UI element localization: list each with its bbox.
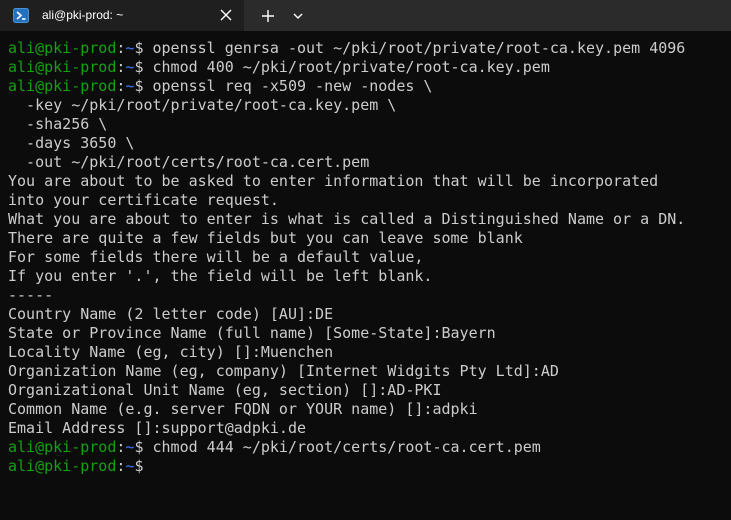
prompt-line: ali@pki-prod:~$ openssl genrsa -out ~/pk… — [8, 39, 728, 58]
output-text: For some fields there will be a default … — [8, 248, 424, 266]
close-icon[interactable] — [217, 6, 235, 24]
prompt-symbol: $ — [134, 457, 153, 475]
output-line: You are about to be asked to enter infor… — [8, 172, 728, 191]
output-line: Organizational Unit Name (eg, section) [… — [8, 381, 728, 400]
chevron-down-icon[interactable] — [287, 5, 309, 27]
output-text: Organization Name (eg, company) [Interne… — [8, 362, 559, 380]
output-line: State or Province Name (full name) [Some… — [8, 324, 728, 343]
prompt-user: ali@pki-prod — [8, 77, 117, 95]
output-text: Organizational Unit Name (eg, section) [… — [8, 381, 442, 399]
output-line: If you enter '.', the field will be left… — [8, 267, 728, 286]
output-line: -days 3650 \ — [8, 134, 728, 153]
output-text: State or Province Name (full name) [Some… — [8, 324, 496, 342]
prompt-user: ali@pki-prod — [8, 58, 117, 76]
output-line: -out ~/pki/root/certs/root-ca.cert.pem — [8, 153, 728, 172]
output-line: Organization Name (eg, company) [Interne… — [8, 362, 728, 381]
title-bar: ali@pki-prod: ~ — [0, 0, 731, 31]
output-text: Email Address []:support@adpki.de — [8, 419, 307, 437]
prompt-symbol: $ — [134, 39, 153, 57]
prompt-user: ali@pki-prod — [8, 438, 117, 456]
plus-icon[interactable] — [257, 5, 279, 27]
command-text: chmod 444 ~/pki/root/certs/root-ca.cert.… — [152, 438, 541, 456]
output-text: Common Name (e.g. server FQDN or YOUR na… — [8, 400, 478, 418]
command-text: openssl req -x509 -new -nodes \ — [152, 77, 433, 95]
output-line: Email Address []:support@adpki.de — [8, 419, 728, 438]
output-line: into your certificate request. — [8, 191, 728, 210]
command-text: openssl genrsa -out ~/pki/root/private/r… — [152, 39, 686, 57]
powershell-icon — [13, 8, 29, 23]
output-text: -days 3650 \ — [8, 134, 135, 152]
output-text: You are about to be asked to enter infor… — [8, 172, 659, 190]
output-text: -key ~/pki/root/private/root-ca.key.pem … — [8, 96, 397, 114]
terminal-tab[interactable]: ali@pki-prod: ~ — [0, 0, 244, 31]
output-text: Country Name (2 letter code) [AU]:DE — [8, 305, 334, 323]
output-line: -sha256 \ — [8, 115, 728, 134]
prompt-user: ali@pki-prod — [8, 39, 117, 57]
output-text: into your certificate request. — [8, 191, 279, 209]
terminal-window: ali@pki-prod: ~ ali@pki-prod:~$ openssl … — [0, 0, 731, 520]
prompt-line: ali@pki-prod:~$ openssl req -x509 -new -… — [8, 77, 728, 96]
prompt-user: ali@pki-prod — [8, 457, 117, 475]
output-line: Locality Name (eg, city) []:Muenchen — [8, 343, 728, 362]
output-text: What you are about to enter is what is c… — [8, 210, 686, 228]
prompt-symbol: $ — [134, 58, 153, 76]
command-text: chmod 400 ~/pki/root/private/root-ca.key… — [152, 58, 550, 76]
output-text: ----- — [8, 286, 54, 304]
prompt-symbol: $ — [134, 438, 153, 456]
output-line: Country Name (2 letter code) [AU]:DE — [8, 305, 728, 324]
output-line: -key ~/pki/root/private/root-ca.key.pem … — [8, 96, 728, 115]
output-line: Common Name (e.g. server FQDN or YOUR na… — [8, 400, 728, 419]
prompt-line: ali@pki-prod:~$ — [8, 457, 728, 476]
prompt-line: ali@pki-prod:~$ chmod 444 ~/pki/root/cer… — [8, 438, 728, 457]
output-line: What you are about to enter is what is c… — [8, 210, 728, 229]
prompt-symbol: $ — [134, 77, 153, 95]
output-line: There are quite a few fields but you can… — [8, 229, 728, 248]
output-text: There are quite a few fields but you can… — [8, 229, 523, 247]
output-text: -out ~/pki/root/certs/root-ca.cert.pem — [8, 153, 370, 171]
output-line: For some fields there will be a default … — [8, 248, 728, 267]
terminal-output[interactable]: ali@pki-prod:~$ openssl genrsa -out ~/pk… — [8, 39, 728, 517]
output-text: If you enter '.', the field will be left… — [8, 267, 433, 285]
output-text: -sha256 \ — [8, 115, 108, 133]
output-line: ----- — [8, 286, 728, 305]
tab-title: ali@pki-prod: ~ — [42, 8, 124, 22]
prompt-line: ali@pki-prod:~$ chmod 400 ~/pki/root/pri… — [8, 58, 728, 77]
output-text: Locality Name (eg, city) []:Muenchen — [8, 343, 334, 361]
